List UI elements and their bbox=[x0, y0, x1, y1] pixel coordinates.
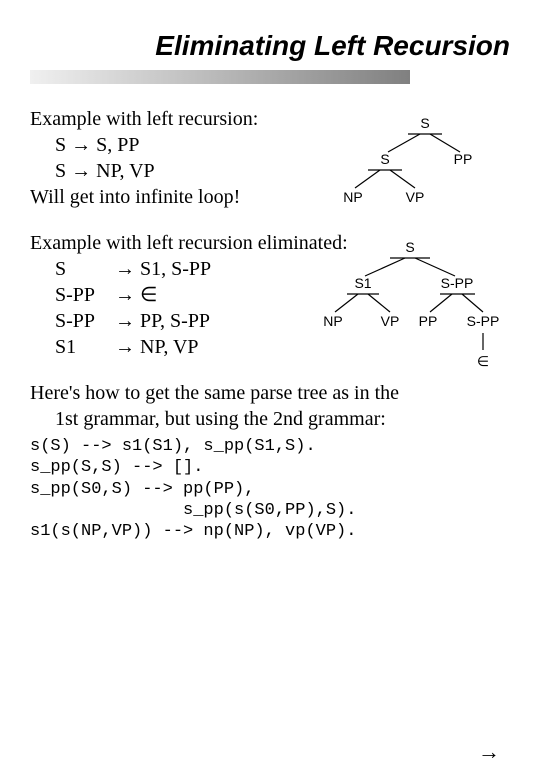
code-line: s_pp(s(S0,PP),S). bbox=[30, 500, 510, 521]
rule1-lhs: S bbox=[55, 134, 66, 156]
title-underline bbox=[30, 70, 410, 84]
code-line: s_pp(S,S) --> []. bbox=[30, 457, 510, 478]
svg-text:VP: VP bbox=[381, 313, 400, 329]
svg-text:NP: NP bbox=[323, 313, 342, 329]
rule2-rhs: NP, VP bbox=[96, 160, 155, 182]
svg-text:S-PP: S-PP bbox=[441, 275, 474, 291]
svg-text:NP: NP bbox=[343, 189, 362, 205]
code-block: s(S) --> s1(S1), s_pp(S1,S). s_pp(S,S) -… bbox=[30, 436, 510, 542]
svg-text:S1: S1 bbox=[354, 275, 371, 291]
example-block-2: Example with left recursion eliminated: … bbox=[30, 230, 510, 360]
rule-lhs: S bbox=[55, 256, 115, 282]
section3-heading-b: 1st grammar, but using the 2nd grammar: bbox=[30, 406, 510, 432]
slide-title: Eliminating Left Recursion bbox=[30, 30, 510, 62]
content-area: Example with left recursion: S → S, PP S… bbox=[30, 106, 510, 542]
svg-text:S: S bbox=[405, 239, 414, 255]
arrow-icon: → bbox=[71, 160, 91, 182]
rule1-rhs: S, PP bbox=[96, 134, 139, 156]
arrow-icon: → bbox=[115, 256, 135, 282]
svg-text:S: S bbox=[380, 151, 389, 167]
rule-lhs: S-PP bbox=[55, 282, 115, 308]
arrow-icon: → bbox=[115, 282, 135, 308]
rule-lhs: S1 bbox=[55, 334, 115, 360]
rule-lhs: S-PP bbox=[55, 308, 115, 334]
svg-text:S: S bbox=[420, 115, 429, 131]
code-line: s(S) --> s1(S1), s_pp(S1,S). bbox=[30, 436, 510, 457]
tree1-svg: S S PP NP VP bbox=[330, 114, 480, 214]
svg-text:VP: VP bbox=[406, 189, 425, 205]
svg-text:∈: ∈ bbox=[477, 353, 489, 369]
example-block-3: Here's how to get the same parse tree as… bbox=[30, 380, 510, 542]
rule2-lhs: S bbox=[55, 160, 66, 182]
tree-1: S S PP NP VP bbox=[330, 114, 480, 217]
svg-text:PP: PP bbox=[454, 151, 473, 167]
tree2-svg: S S1 S-PP NP VP PP S-PP bbox=[315, 238, 505, 383]
rule-rhs: ∈ bbox=[135, 282, 157, 308]
slide-container: Eliminating Left Recursion Example with … bbox=[0, 0, 540, 562]
arrow-icon: → bbox=[115, 308, 135, 334]
svg-text:PP: PP bbox=[419, 313, 438, 329]
arrow-icon: → bbox=[115, 334, 135, 360]
example-block-1: Example with left recursion: S → S, PP S… bbox=[30, 106, 510, 210]
rule-rhs: S1, S-PP bbox=[135, 256, 211, 282]
arrow-icon: → bbox=[71, 134, 91, 156]
next-arrow-icon[interactable]: → bbox=[478, 739, 500, 765]
rule-rhs: PP, S-PP bbox=[135, 308, 210, 334]
section3-heading-a: Here's how to get the same parse tree as… bbox=[30, 380, 510, 406]
code-line: s_pp(S0,S) --> pp(PP), bbox=[30, 479, 510, 500]
code-line: s1(s(NP,VP)) --> np(NP), vp(VP). bbox=[30, 521, 510, 542]
rule-rhs: NP, VP bbox=[135, 334, 199, 360]
tree-2: S S1 S-PP NP VP PP S-PP bbox=[315, 238, 505, 386]
svg-text:S-PP: S-PP bbox=[467, 313, 500, 329]
